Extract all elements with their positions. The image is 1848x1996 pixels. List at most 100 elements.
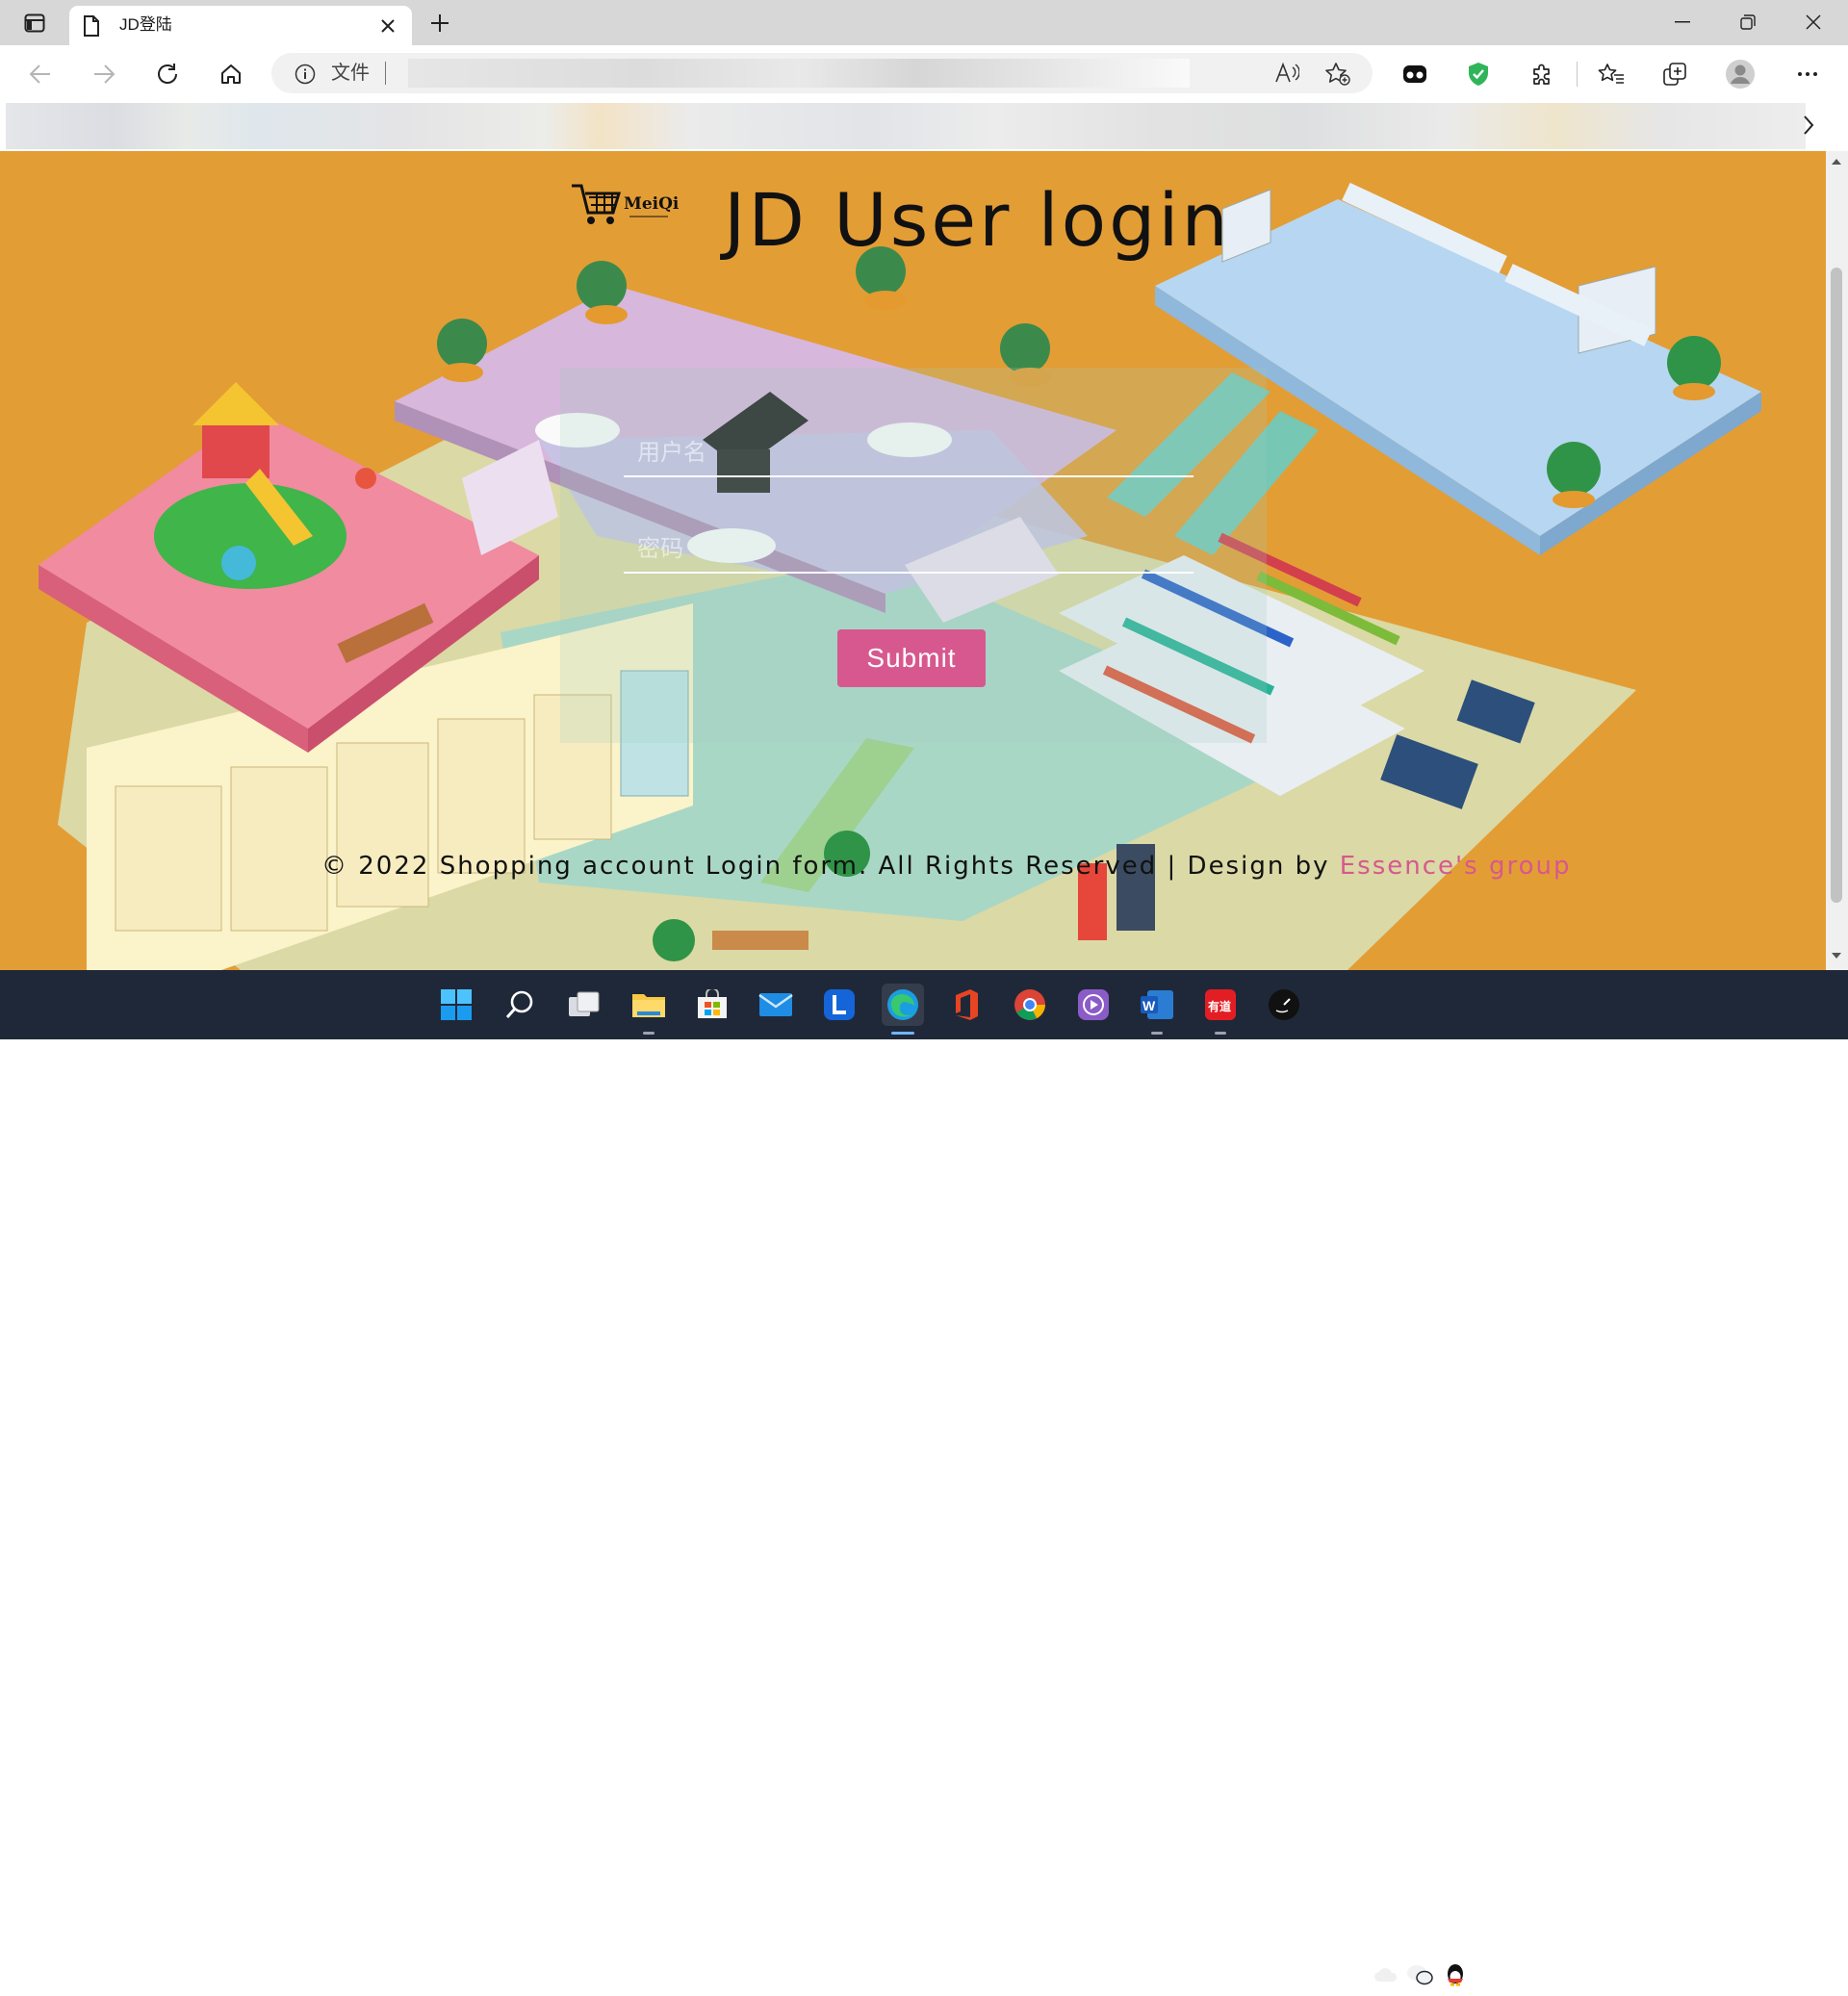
footer: © 2022 Shopping account Login form. All … xyxy=(321,852,1572,881)
address-separator xyxy=(385,62,386,85)
running-indicator xyxy=(643,1032,654,1035)
login-form: Submit xyxy=(560,368,1267,743)
wifi-tray[interactable] xyxy=(1590,1956,1619,1994)
svg-text:有道: 有道 xyxy=(1208,999,1231,1013)
meiqi-logo: MeiQi xyxy=(572,184,680,224)
toolbar-divider xyxy=(1577,62,1578,87)
youdao-button[interactable]: 有道 xyxy=(1199,984,1242,1035)
read-aloud-icon[interactable] xyxy=(1274,62,1299,85)
url-text-redacted xyxy=(408,59,1190,88)
office-button[interactable] xyxy=(945,984,988,1026)
tab-actions-icon xyxy=(24,13,45,33)
ime-language-indicator[interactable]: 英 xyxy=(1480,1956,1509,1994)
favorites-button[interactable] xyxy=(1594,58,1629,90)
edge-icon xyxy=(887,989,918,1020)
info-icon xyxy=(295,64,316,85)
clock-app-button[interactable] xyxy=(1263,984,1305,1026)
new-tab-button[interactable] xyxy=(425,10,454,37)
onedrive-tray[interactable] xyxy=(1373,1956,1399,1994)
taskbar: W 有道 英 拼 21:55 2022/5/17 xyxy=(0,970,1848,1993)
close-icon xyxy=(1806,14,1821,30)
tab-actions-button[interactable] xyxy=(13,10,56,37)
close-window-button[interactable] xyxy=(1781,0,1846,44)
extension-mask-icon xyxy=(1403,65,1426,83)
clock-time: 21:55 xyxy=(1751,1956,1790,1972)
chrome-icon xyxy=(1014,989,1045,1020)
lark-button[interactable] xyxy=(818,984,860,1026)
security-extension-button[interactable] xyxy=(1461,58,1496,90)
moon-icon xyxy=(1802,1965,1820,1984)
word-button[interactable]: W xyxy=(1136,984,1178,1035)
scroll-down-icon[interactable] xyxy=(1832,952,1841,960)
lark-icon xyxy=(824,989,855,1020)
wechat-tray[interactable] xyxy=(1405,1956,1434,1994)
search-button[interactable] xyxy=(499,984,541,1026)
restore-button[interactable] xyxy=(1715,0,1781,44)
refresh-icon xyxy=(158,64,177,84)
profile-button[interactable] xyxy=(1723,58,1758,90)
minimize-button[interactable] xyxy=(1650,0,1715,44)
cloud-icon xyxy=(1374,1968,1398,1982)
home-button[interactable] xyxy=(214,58,248,90)
youdao-icon: 有道 xyxy=(1205,989,1236,1020)
office-icon xyxy=(956,989,978,1020)
scroll-up-icon[interactable] xyxy=(1832,158,1841,166)
start-button[interactable] xyxy=(435,984,477,1026)
forward-button[interactable] xyxy=(87,58,121,90)
page-viewport: MeiQi JD User login Submit © 2022 Shoppi… xyxy=(0,151,1826,970)
page-icon xyxy=(84,15,99,37)
avatar-icon xyxy=(1726,60,1755,89)
wechat-icon xyxy=(1407,1965,1433,1985)
media-player-button[interactable] xyxy=(1072,984,1115,1026)
puzzle-icon xyxy=(1533,64,1550,85)
chrome-button[interactable] xyxy=(1009,984,1051,1026)
svg-text:W: W xyxy=(1142,998,1156,1013)
back-button[interactable] xyxy=(23,58,58,90)
username-input[interactable] xyxy=(624,435,1194,477)
password-input[interactable] xyxy=(624,531,1194,574)
collections-button[interactable] xyxy=(1657,58,1692,90)
footer-credit-link[interactable]: Essence's group xyxy=(1340,852,1572,881)
chevron-right-icon[interactable] xyxy=(1802,113,1815,138)
collections-icon xyxy=(1663,63,1686,86)
clock-date: 2022/5/17 xyxy=(1721,1977,1790,1993)
word-icon: W xyxy=(1141,990,1173,1019)
battery-icon xyxy=(1660,1968,1682,1982)
page-title: JD User login xyxy=(724,177,1231,263)
submit-button[interactable]: Submit xyxy=(837,629,986,687)
home-icon xyxy=(221,64,241,84)
tab-strip: JD登陆 xyxy=(0,0,1848,46)
extensions-button[interactable] xyxy=(1525,58,1559,90)
notifications-button[interactable] xyxy=(1796,1956,1825,1994)
add-favorite-icon[interactable] xyxy=(1324,62,1351,87)
close-icon xyxy=(381,19,395,33)
qq-penguin-icon xyxy=(1448,1964,1463,1986)
minimize-icon xyxy=(1675,21,1690,23)
microsoft-store-icon xyxy=(698,989,727,1018)
refresh-button[interactable] xyxy=(150,58,185,90)
extension-1-button[interactable] xyxy=(1398,58,1432,90)
address-bar[interactable]: 文件 xyxy=(271,53,1373,93)
tab-active[interactable]: JD登陆 xyxy=(69,6,412,46)
running-indicator xyxy=(1151,1032,1163,1035)
battery-tray[interactable] xyxy=(1657,1956,1686,1994)
microsoft-store-button[interactable] xyxy=(691,984,733,1026)
show-hidden-icons-button[interactable] xyxy=(1338,1956,1365,1994)
qq-tray[interactable] xyxy=(1442,1956,1469,1994)
tab-close-button[interactable] xyxy=(375,13,400,38)
settings-more-button[interactable] xyxy=(1790,58,1825,90)
scrollbar-thumb[interactable] xyxy=(1831,268,1842,903)
system-clock[interactable]: 21:55 2022/5/17 xyxy=(1702,1954,1790,1996)
task-view-button[interactable] xyxy=(563,984,605,1026)
file-explorer-button[interactable] xyxy=(628,984,670,1035)
shield-icon xyxy=(1469,63,1488,86)
speaker-icon xyxy=(1628,1965,1644,1984)
edge-button[interactable] xyxy=(882,984,924,1035)
browser-toolbar: 文件 xyxy=(0,45,1848,101)
vertical-scrollbar[interactable] xyxy=(1826,151,1848,970)
wifi-icon xyxy=(1593,1966,1616,1984)
ime-mode-indicator[interactable]: 拼 xyxy=(1536,1956,1565,1994)
favorites-list-icon xyxy=(1598,64,1624,84)
volume-tray[interactable] xyxy=(1623,1956,1652,1994)
mail-button[interactable] xyxy=(755,984,797,1026)
